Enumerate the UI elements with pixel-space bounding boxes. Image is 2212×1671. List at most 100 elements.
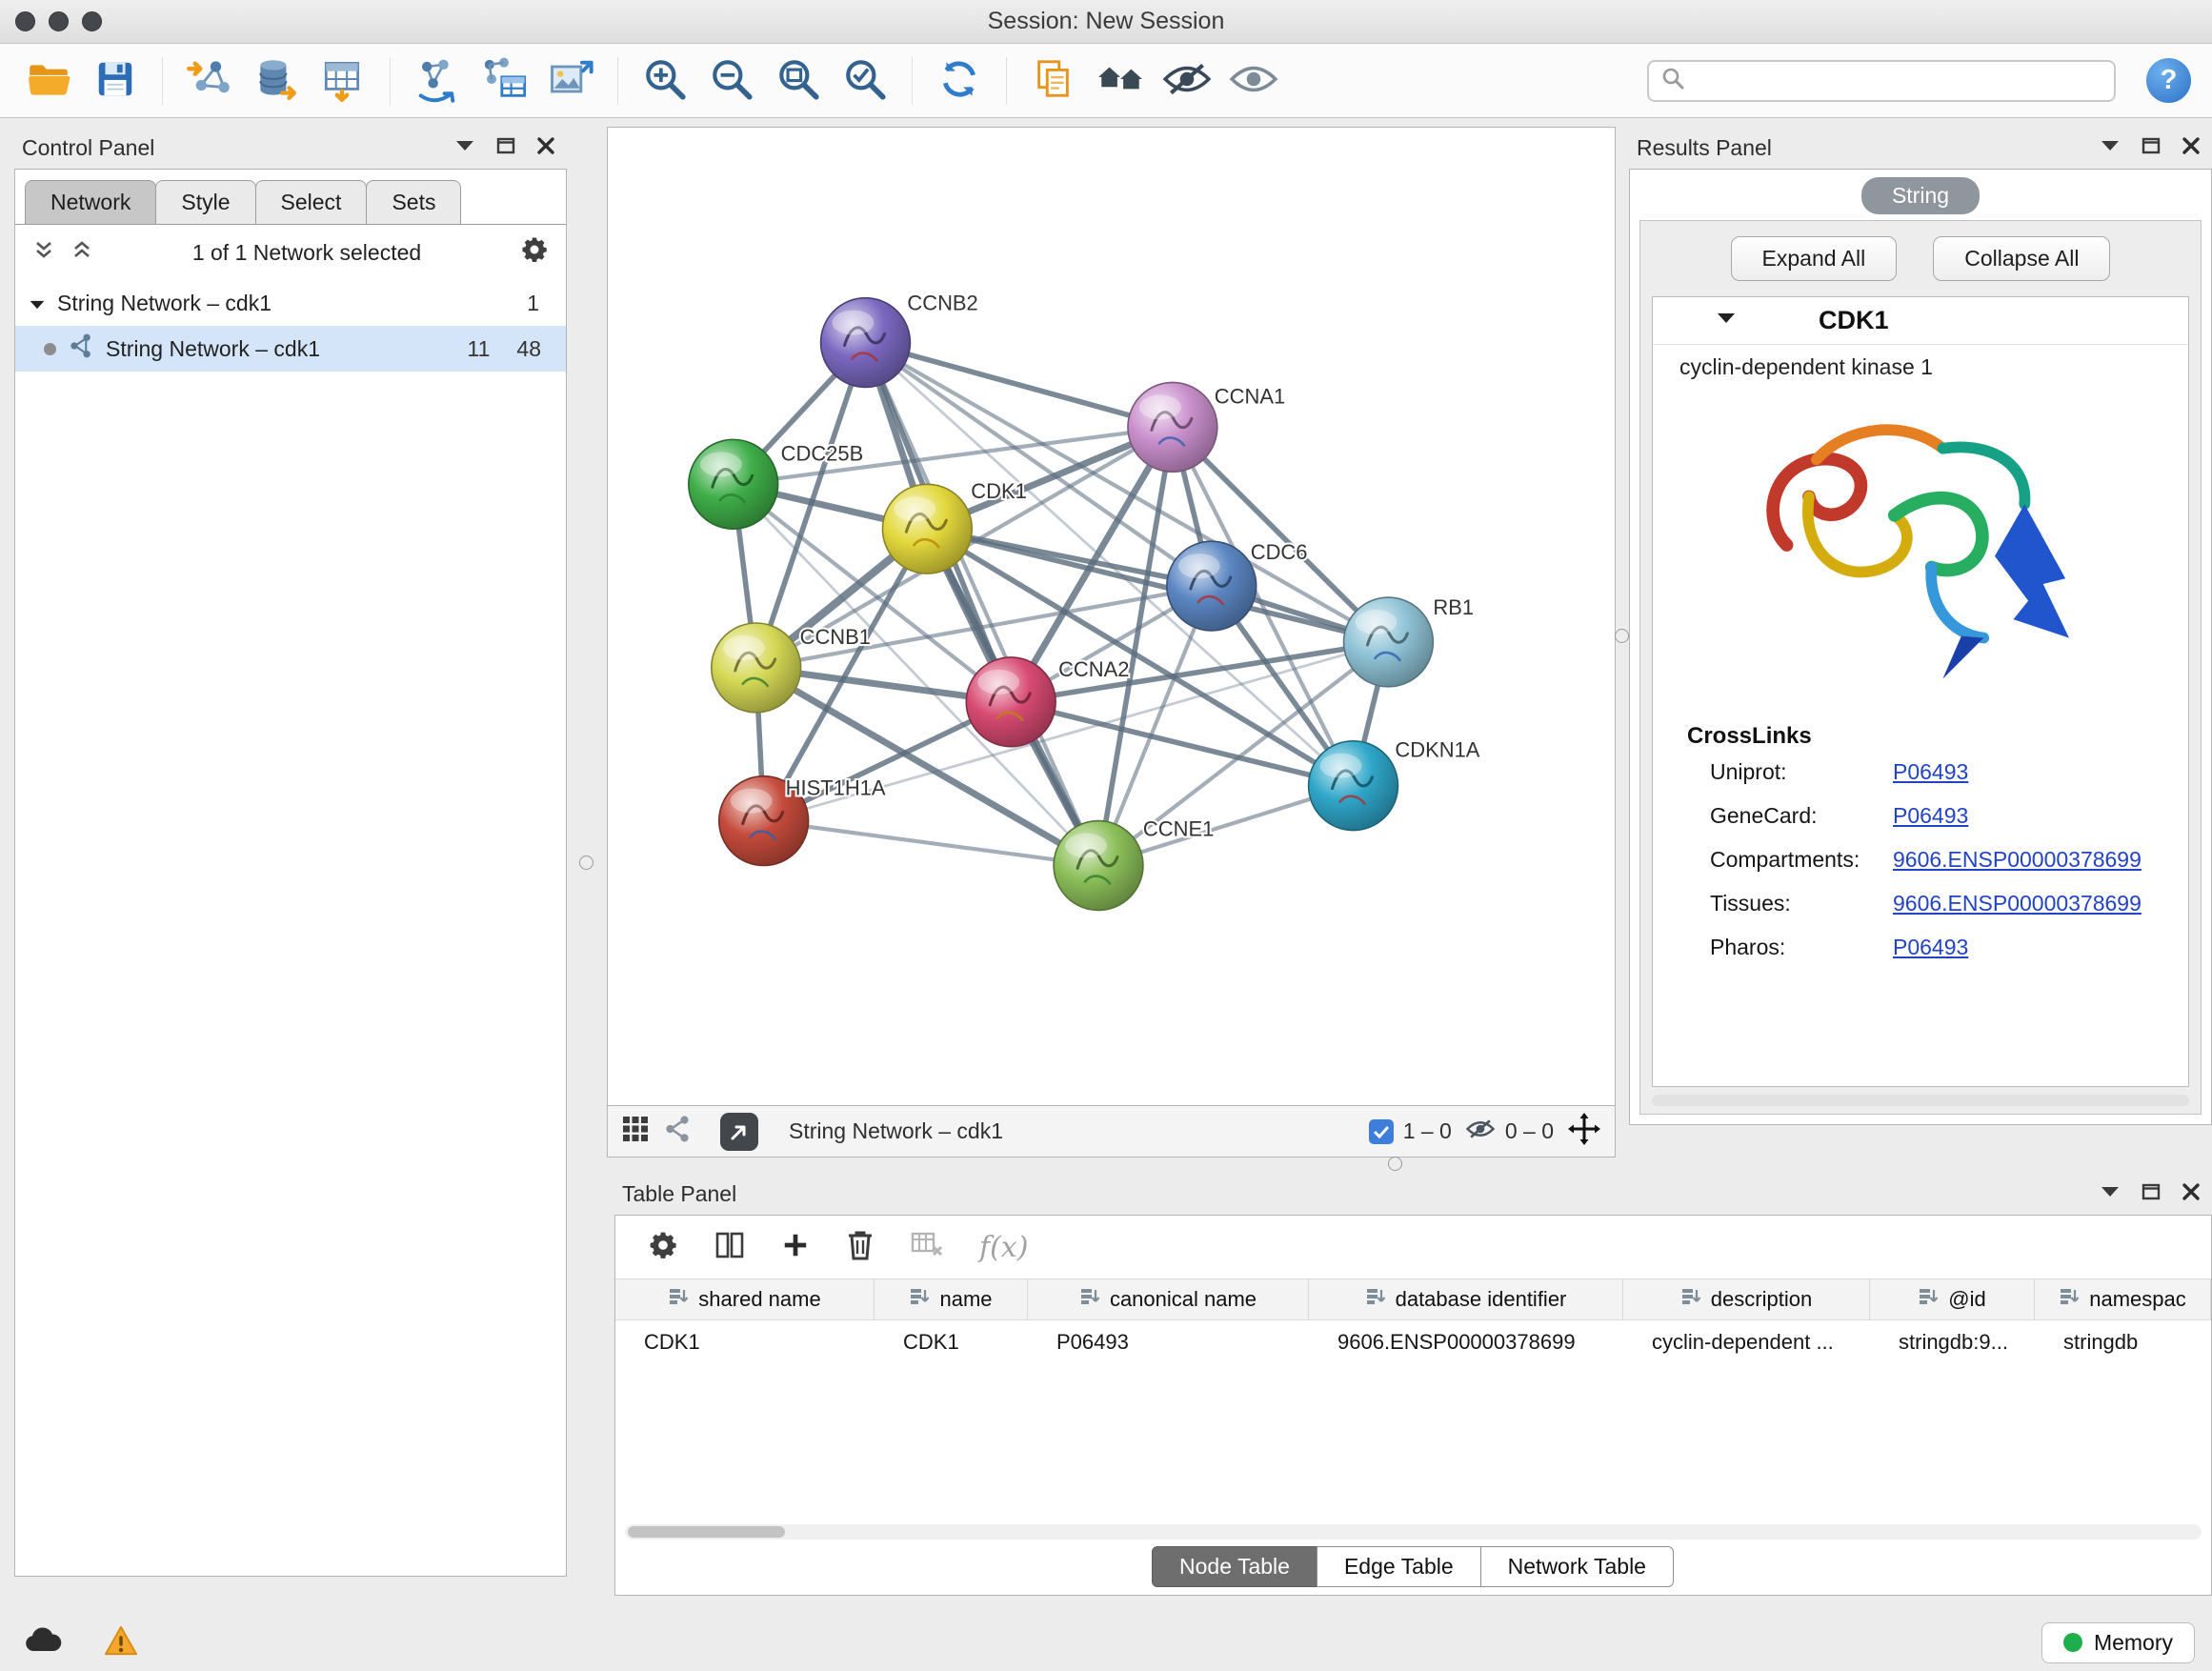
memory-button[interactable]: Memory	[2041, 1622, 2195, 1663]
close-panel-button[interactable]	[536, 136, 555, 160]
network-node[interactable]	[712, 623, 801, 713]
zoom-out-button[interactable]	[700, 50, 763, 112]
close-panel-button[interactable]	[2182, 136, 2201, 160]
open-session-button[interactable]	[17, 50, 80, 112]
minimize-window-button[interactable]	[49, 11, 69, 31]
network-node[interactable]	[1128, 382, 1217, 472]
float-panel-button[interactable]	[496, 137, 515, 159]
network-node[interactable]	[1344, 597, 1434, 687]
grid-view-button[interactable]	[621, 1115, 650, 1149]
table-row[interactable]: CDK1CDK1P064939606.ENSP00000378699cyclin…	[615, 1320, 2211, 1364]
export-image-button[interactable]	[539, 50, 602, 112]
network-view-toggle-button[interactable]	[663, 1115, 692, 1149]
refresh-layout-button[interactable]	[928, 50, 991, 112]
delete-table-button[interactable]	[911, 1231, 943, 1264]
tab-style[interactable]: Style	[155, 180, 255, 225]
float-panel-button[interactable]	[2142, 1183, 2161, 1205]
table-cell[interactable]: CDK1	[615, 1320, 875, 1364]
pan-crosshair-button[interactable]	[1567, 1112, 1601, 1152]
network-row[interactable]: String Network – cdk1 11 48	[15, 326, 566, 372]
collapse-all-button[interactable]: Collapse All	[1933, 236, 2110, 281]
tab-edge-table[interactable]: Edge Table	[1317, 1546, 1481, 1587]
network-node[interactable]	[1054, 821, 1143, 911]
column-header[interactable]: @id	[1870, 1279, 2035, 1319]
help-button[interactable]: ?	[2146, 58, 2191, 103]
show-all-button[interactable]	[1222, 50, 1285, 112]
vertical-splitter-handle[interactable]	[579, 856, 593, 870]
table-cell[interactable]: P06493	[1028, 1320, 1309, 1364]
column-header[interactable]: name	[875, 1279, 1028, 1319]
delete-column-button[interactable]	[846, 1229, 875, 1266]
table-options-gear-button[interactable]	[648, 1230, 678, 1265]
zoom-window-button[interactable]	[82, 11, 102, 31]
function-builder-button[interactable]: f(x)	[979, 1231, 1028, 1264]
column-header[interactable]: namespac	[2035, 1279, 2211, 1319]
collapse-panel-caret-icon[interactable]	[2100, 1185, 2121, 1203]
new-table-from-network-button[interactable]	[473, 50, 535, 112]
close-panel-button[interactable]	[2182, 1182, 2201, 1206]
network-node[interactable]	[1167, 541, 1257, 631]
new-network-from-selection-button[interactable]	[406, 50, 469, 112]
network-node[interactable]	[821, 298, 911, 388]
network-options-gear-button[interactable]	[520, 235, 549, 270]
expand-all-networks-icon[interactable]	[70, 238, 93, 267]
crosslink-value-link[interactable]: P06493	[1893, 759, 1968, 785]
network-edge[interactable]	[764, 821, 1098, 866]
crosslink-value-link[interactable]: 9606.ENSP00000378699	[1893, 847, 2142, 873]
tab-sets[interactable]: Sets	[366, 180, 461, 225]
tab-network-table[interactable]: Network Table	[1480, 1546, 1674, 1587]
gene-section-header[interactable]: CDK1	[1653, 297, 2188, 345]
table-horizontal-scrollbar[interactable]	[625, 1524, 2202, 1540]
show-columns-button[interactable]	[714, 1230, 745, 1265]
tree-caret-icon[interactable]	[29, 291, 46, 316]
table-cell[interactable]: cyclin-dependent ...	[1623, 1320, 1870, 1364]
save-session-button[interactable]	[84, 50, 147, 112]
expand-all-button[interactable]: Expand All	[1731, 236, 1898, 281]
zoom-selected-button[interactable]	[834, 50, 896, 112]
add-column-button[interactable]	[781, 1231, 810, 1264]
warnings-button[interactable]	[95, 1622, 147, 1662]
close-window-button[interactable]	[15, 11, 35, 31]
tab-select[interactable]: Select	[255, 180, 368, 225]
column-header[interactable]: shared name	[615, 1279, 875, 1319]
first-neighbors-button[interactable]	[1089, 50, 1152, 112]
tab-string[interactable]: String	[1861, 177, 1980, 214]
zoom-fit-button[interactable]	[767, 50, 830, 112]
network-node[interactable]	[966, 657, 1056, 747]
section-caret-icon[interactable]	[1716, 312, 1737, 330]
results-horizontal-scrollbar[interactable]	[1652, 1095, 2189, 1106]
horizontal-splitter-handle[interactable]	[1388, 1157, 1402, 1171]
import-table-button[interactable]	[312, 50, 374, 112]
network-edge[interactable]	[865, 343, 1098, 866]
crosslink-value-link[interactable]: 9606.ENSP00000378699	[1893, 891, 2142, 916]
network-node[interactable]	[882, 484, 972, 574]
tab-node-table[interactable]: Node Table	[1152, 1546, 1317, 1587]
network-node[interactable]	[689, 439, 778, 529]
hidden-eye-slash-icon[interactable]	[1465, 1117, 1496, 1147]
zoom-in-button[interactable]	[633, 50, 696, 112]
crosslink-value-link[interactable]: P06493	[1893, 935, 1968, 960]
column-header[interactable]: description	[1623, 1279, 1870, 1319]
cloud-status-button[interactable]	[17, 1622, 69, 1662]
table-cell[interactable]: 9606.ENSP00000378699	[1309, 1320, 1623, 1364]
table-cell[interactable]: CDK1	[875, 1320, 1028, 1364]
import-network-database-button[interactable]	[245, 50, 308, 112]
table-cell[interactable]: stringdb	[2035, 1320, 2211, 1364]
collapse-panel-caret-icon[interactable]	[2100, 139, 2121, 157]
float-panel-button[interactable]	[2142, 137, 2161, 159]
vertical-splitter-handle[interactable]	[1615, 629, 1629, 643]
network-node[interactable]	[1309, 741, 1398, 831]
collapse-all-networks-icon[interactable]	[32, 238, 55, 267]
collapse-panel-caret-icon[interactable]	[454, 139, 475, 157]
duplicate-document-button[interactable]	[1022, 50, 1085, 112]
table-cell[interactable]: stringdb:9...	[1870, 1320, 2035, 1364]
import-network-file-button[interactable]	[178, 50, 241, 112]
column-header[interactable]: canonical name	[1028, 1279, 1309, 1319]
network-canvas[interactable]: CCNB2CCNA1CDC25BCDK1CDC6RB1CCNB1CCNA2CDK…	[607, 127, 1616, 1106]
detach-view-button[interactable]	[720, 1113, 758, 1151]
search-input[interactable]	[1693, 69, 2102, 93]
hide-selected-button[interactable]	[1156, 50, 1218, 112]
crosslink-value-link[interactable]: P06493	[1893, 803, 1968, 829]
selected-checkbox-icon[interactable]	[1369, 1119, 1394, 1144]
search-box[interactable]	[1647, 60, 2116, 102]
